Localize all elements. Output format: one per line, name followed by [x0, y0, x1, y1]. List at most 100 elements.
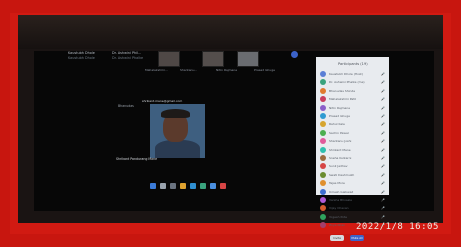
avatar: [320, 87, 326, 94]
side-participant-label: Bhanudas: [118, 104, 134, 108]
photo-timestamp: 2022/1/8 16:05: [356, 222, 439, 232]
participant-list-item[interactable]: Mahalakshmi Patil 🎤: [320, 96, 385, 103]
thumb-label: Prasad Ghuge: [254, 68, 275, 72]
avatar: [320, 79, 326, 86]
participant-list-item[interactable]: Sneha Kulkarni 🎤: [320, 155, 385, 161]
avatar: [320, 155, 326, 161]
avatar: [320, 121, 326, 128]
person-shirt: [155, 140, 200, 158]
participant-list-name: Vijay Chavan: [329, 206, 349, 211]
mic-icon[interactable]: 🎤: [381, 106, 385, 110]
avatar: [320, 163, 326, 170]
mic-icon[interactable]: 🎤: [381, 156, 385, 160]
windows-taskbar: [150, 181, 270, 190]
avatar: [320, 138, 326, 145]
participant-list-item[interactable]: Kaustubh Dhole (Host) 🎤: [320, 71, 385, 77]
participant-list-item[interactable]: Vijay Chavan 🎤: [320, 205, 385, 212]
participant-list-name: Yogesh Pote: [329, 214, 347, 219]
avatar: [320, 146, 326, 153]
more-participants-icon[interactable]: [291, 51, 298, 58]
mic-icon[interactable]: 🎤: [381, 72, 385, 76]
mic-icon[interactable]: 🎤: [381, 181, 385, 185]
avatar: [320, 188, 326, 195]
participant-list-name: Sachin Pawar: [329, 130, 350, 135]
participant-list-name: Varsha Bhosale: [329, 198, 353, 202]
thumb-label: Mahalakshmi...: [145, 68, 168, 72]
main-video-tile[interactable]: [150, 104, 205, 158]
mic-icon[interactable]: 🎤: [381, 164, 385, 168]
participant-list-item[interactable]: Bhanudas Shinde 🎤: [320, 87, 385, 94]
thumb-label: Shantanu...: [180, 68, 198, 72]
mic-icon[interactable]: 🎤: [381, 114, 385, 118]
zoom-icon[interactable]: [210, 182, 216, 189]
participant-list-item[interactable]: Prasad Ghuge 🎤: [320, 113, 385, 119]
participant-list-name: Rahul Kale: [329, 122, 345, 127]
participants-panel: Participants (19) Kaustubh Dhole (Host) 🎤…: [316, 57, 389, 241]
mic-icon[interactable]: 🎤: [381, 148, 385, 152]
avatar: [320, 197, 326, 203]
mic-icon[interactable]: 🎤: [381, 131, 385, 135]
participant-list-item[interactable]: Dr. Ashwini Phalke (me) 🎤: [320, 79, 385, 86]
mute-all-button[interactable]: Mute All: [350, 235, 364, 241]
participant-list-name: Prasad Ghuge: [329, 114, 350, 118]
video-participant-name: Shrikant Pandurang Mane: [116, 157, 158, 161]
mic-icon[interactable]: 🎤: [381, 97, 385, 101]
video-caption: shrikant.mane@gmail.com: [142, 99, 183, 103]
mic-icon[interactable]: 🎤: [381, 215, 385, 219]
participant-list-name: Shrikant Mane: [329, 147, 351, 152]
mic-icon[interactable]: 🎤: [381, 206, 385, 210]
mic-icon[interactable]: 🎤: [381, 173, 385, 177]
search-icon[interactable]: [160, 182, 166, 189]
mic-icon[interactable]: 🎤: [381, 198, 385, 202]
avatar: [320, 129, 326, 136]
avatar: [320, 104, 326, 111]
participant-list-item[interactable]: Rahul Kale 🎤: [320, 121, 385, 128]
participant-list-name: Shantanu Joshi: [329, 139, 352, 144]
app-icon[interactable]: [220, 182, 226, 189]
participant-list-name: Zoya Khan: [329, 223, 346, 228]
participant-list-item[interactable]: Umesh Gaikwad 🎤: [320, 188, 385, 195]
participant-list-item[interactable]: Shantanu Joshi 🎤: [320, 138, 385, 145]
participant-list-item[interactable]: Shrikant Mane 🎤: [320, 146, 385, 153]
avatar: [320, 171, 326, 178]
invite-button[interactable]: Invite: [330, 235, 344, 241]
store-icon[interactable]: [200, 182, 206, 189]
mic-icon[interactable]: 🎤: [381, 139, 385, 143]
edge-icon[interactable]: [190, 182, 196, 189]
mic-icon[interactable]: 🎤: [381, 122, 385, 126]
avatar: [320, 71, 326, 77]
participant-list-name: Sunil Jadhav: [329, 164, 348, 169]
participant-list-name: Swati Deshmukh: [329, 172, 355, 177]
participant-list-item[interactable]: Swati Deshmukh 🎤: [320, 171, 385, 178]
participant-thumbnail[interactable]: [202, 51, 224, 67]
mic-icon[interactable]: 🎤: [381, 190, 385, 194]
participant-list-name: Mahalakshmi Patil: [329, 97, 357, 102]
participant-list-item[interactable]: Varsha Bhosale 🎤: [320, 197, 385, 203]
start-icon[interactable]: [150, 182, 156, 189]
participant-list-item[interactable]: Sachin Pawar 🎤: [320, 129, 385, 136]
participant-subname: Dr. Ashwini Phalke: [112, 56, 144, 60]
participant-list-name: Nitin Rajmane: [329, 105, 351, 110]
participant-list-name: Kaustubh Dhole (Host): [329, 72, 363, 76]
avatar: [320, 96, 326, 103]
participant-list-item[interactable]: Yogesh Pote 🎤: [320, 213, 385, 220]
participant-thumbnail[interactable]: [158, 51, 180, 67]
mic-icon[interactable]: 🎤: [381, 89, 385, 93]
participant-list-item[interactable]: Tejas More 🎤: [320, 180, 385, 187]
taskview-icon[interactable]: [170, 182, 176, 189]
mic-icon[interactable]: 🎤: [381, 80, 385, 84]
person-cap: [161, 109, 190, 118]
folder-icon[interactable]: [180, 182, 186, 189]
participant-list-name: Bhanudas Shinde: [329, 88, 356, 93]
participant-list-item[interactable]: Nitin Rajmane 🎤: [320, 104, 385, 111]
avatar: [320, 113, 326, 119]
panel-title: Participants (19): [338, 62, 368, 66]
participant-list-name: Dr. Ashwini Phalke (me): [329, 80, 365, 85]
participant-list-item[interactable]: Sunil Jadhav 🎤: [320, 163, 385, 170]
avatar: [320, 222, 326, 229]
participant-list-name: Umesh Gaikwad: [329, 189, 354, 194]
avatar: [320, 180, 326, 187]
participant-name: Kaustubh Dhole: [68, 51, 95, 55]
wall-background: [18, 15, 443, 49]
participant-thumbnail[interactable]: [237, 51, 259, 67]
